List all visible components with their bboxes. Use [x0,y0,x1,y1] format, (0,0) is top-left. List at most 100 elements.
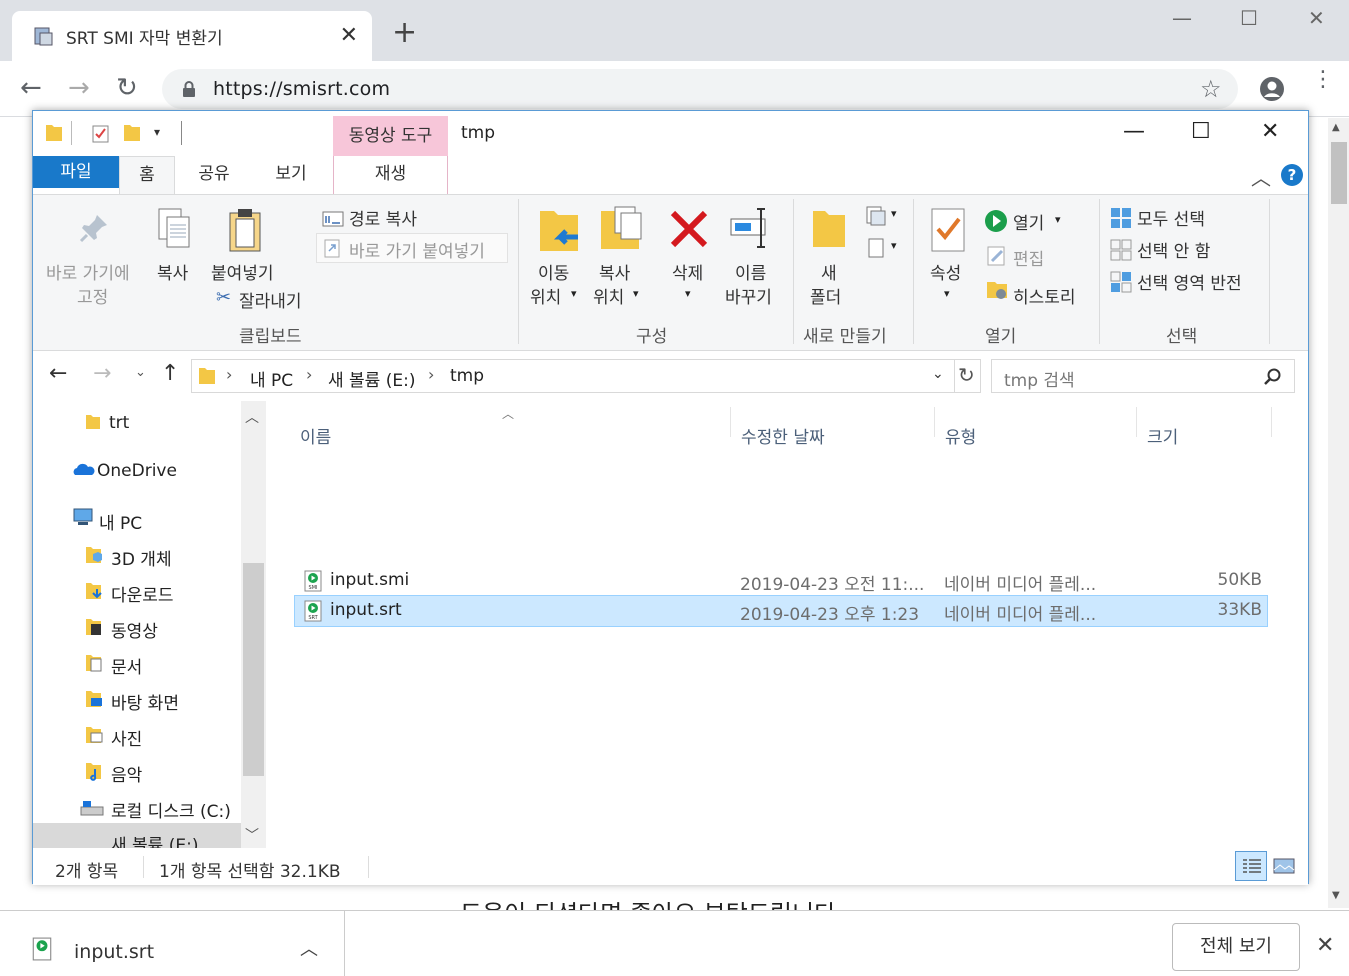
delete-dropdown-icon[interactable]: ▾ [685,287,691,300]
minimize-icon[interactable]: — [1172,6,1192,30]
history-button[interactable]: 히스토리 [1013,283,1076,308]
details-view-button[interactable] [1235,851,1267,881]
move-to-button[interactable]: 이동 [538,259,569,284]
help-icon[interactable]: ? [1281,164,1303,186]
paste-button[interactable]: 붙여넣기 [211,259,274,284]
desktop-icon [86,691,102,707]
explorer-minimize-icon[interactable]: — [1123,119,1145,144]
open-dropdown-icon[interactable]: ▾ [1055,213,1061,226]
show-all-button[interactable]: 전체 보기 [1172,923,1300,971]
forward-icon[interactable]: → [68,75,90,101]
nav-item-music[interactable]: 음악 [111,761,142,786]
profile-avatar-icon[interactable] [1258,75,1286,103]
close-window-icon[interactable]: ✕ [1308,6,1325,30]
refresh-icon[interactable]: ↻ [958,363,975,387]
download-options-icon[interactable]: ︿ [300,935,318,961]
column-type[interactable]: 유형 [945,423,976,448]
pin-quick-access-label[interactable]: 바로 가기에 [46,259,130,284]
file-row[interactable]: SMI input.smi 2019-04-23 오전 11:... 네이버 미… [294,565,1268,597]
download-bar-close-icon[interactable]: ✕ [1316,933,1334,958]
column-size[interactable]: 크기 [1147,423,1178,448]
nav-item-pc[interactable]: 내 PC [99,509,142,534]
breadcrumb[interactable]: › 내 PC › 새 볼륨 (E:) › tmp ⌄ ↻ [191,359,981,393]
move-to-button-2: 위치 [530,288,562,308]
large-icons-view-icon[interactable] [1273,856,1295,876]
new-folder-button[interactable]: 새 [821,259,837,284]
tab-close-icon[interactable]: ✕ [340,23,358,48]
new-item-dropdown-icon[interactable]: ▾ [891,207,897,220]
copy-button[interactable]: 복사 [157,259,188,284]
explorer-maximize-icon[interactable]: ☐ [1191,119,1211,144]
nav-item-desktop[interactable]: 바탕 화면 [111,689,179,714]
column-name[interactable]: 이름 [300,423,331,448]
search-icon[interactable] [1264,368,1282,386]
easy-access-dropdown-icon[interactable]: ▾ [891,239,897,252]
easy-access-icon[interactable] [865,237,887,259]
new-tab-icon[interactable]: + [392,18,417,48]
nav-item-volume-e[interactable]: 새 볼륨 (E:) [111,831,198,848]
customize-quick-access-icon[interactable]: ▾ [154,125,160,139]
properties-quick-icon[interactable] [91,123,111,143]
explorer-forward-icon[interactable]: → [93,361,111,386]
copy-to-dropdown-icon[interactable]: ▾ [633,287,639,300]
nav-item-videos[interactable]: 동영상 [111,617,158,642]
address-dropdown-icon[interactable]: ⌄ [932,366,944,382]
delete-button[interactable]: 삭제 [672,259,703,284]
explorer-close-icon[interactable]: ✕ [1261,119,1279,144]
select-all-button[interactable]: 모두 선택 [1137,205,1205,230]
properties-dropdown-icon[interactable]: ▾ [944,287,950,300]
breadcrumb-volume[interactable]: 새 볼륨 (E:) [328,366,415,391]
copy-path-button[interactable]: 경로 복사 [349,205,417,230]
rename-button[interactable]: 이름 [735,259,766,284]
browser-tab[interactable]: SRT SMI 자막 변환기 ✕ [12,11,372,61]
page-scroll-thumb[interactable] [1331,142,1347,204]
select-none-button[interactable]: 선택 안 함 [1137,237,1210,262]
nav-item-documents[interactable]: 문서 [111,653,142,678]
maximize-icon[interactable]: ☐ [1240,6,1258,30]
nav-item-downloads[interactable]: 다운로드 [111,581,174,606]
copy-to-button[interactable]: 복사 [599,259,630,284]
nav-item-3d-objects[interactable]: 3D 개체 [111,545,172,570]
cut-button[interactable]: 잘라내기 [239,287,302,312]
nav-item-local-disk-c[interactable]: 로컬 디스크 (C:) [111,797,231,822]
properties-button[interactable]: 속성 [930,259,961,284]
file-row-selected[interactable]: SRT input.srt 2019-04-23 오후 1:23 네이버 미디어… [294,595,1268,627]
explorer-back-icon[interactable]: ← [49,361,67,386]
tab-share[interactable]: 공유 [189,156,239,194]
paste-shortcut-button[interactable]: 바로 가기 붙여넣기 [349,237,485,262]
scroll-up-icon[interactable]: ▲ [1332,122,1340,133]
invert-selection-button[interactable]: 선택 영역 반전 [1137,269,1242,294]
nav-scroll-up-icon[interactable]: ︿ [245,407,259,427]
open-button[interactable]: 열기 [1013,209,1044,234]
up-icon[interactable]: ↑ [161,361,179,386]
new-folder-quick-icon[interactable] [123,123,141,143]
breadcrumb-tmp[interactable]: tmp [450,366,484,386]
address-bar[interactable]: https://smisrt.com ☆ [162,69,1238,109]
download-item[interactable]: input.srt ︿ [0,911,345,976]
menu-kebab-icon[interactable]: ⋮ [1312,69,1334,91]
search-input[interactable]: tmp 검색 [1004,366,1075,391]
nav-item-pictures[interactable]: 사진 [111,725,142,750]
tab-file[interactable]: 파일 [33,156,119,188]
breadcrumb-pc[interactable]: 내 PC [250,366,293,391]
column-date[interactable]: 수정한 날짜 [741,423,825,448]
recent-locations-icon[interactable]: ⌄ [135,365,146,380]
nav-scroll-thumb[interactable] [243,563,264,776]
scroll-down-icon[interactable]: ▼ [1332,890,1340,901]
nav-item-trt[interactable]: trt [109,413,129,433]
tab-home[interactable]: 홈 [119,156,175,195]
page-scrollbar[interactable] [1328,118,1349,908]
nav-scroll-down-icon[interactable]: ﹀ [245,825,259,845]
tab-play[interactable]: 재생 [333,156,448,194]
collapse-ribbon-icon[interactable]: ︿ [1251,162,1271,191]
new-item-icon[interactable] [865,205,887,227]
video-tools-context-tab[interactable]: 동영상 도구 [333,116,448,156]
nav-item-onedrive[interactable]: OneDrive [97,461,177,481]
tab-view[interactable]: 보기 [263,156,319,194]
back-icon[interactable]: ← [20,75,42,101]
reload-icon[interactable]: ↻ [116,75,138,101]
edit-button[interactable]: 편집 [1013,245,1044,270]
search-box[interactable]: tmp 검색 [991,359,1295,393]
move-to-dropdown-icon[interactable]: ▾ [571,287,577,300]
bookmark-star-icon[interactable]: ☆ [1200,75,1222,103]
